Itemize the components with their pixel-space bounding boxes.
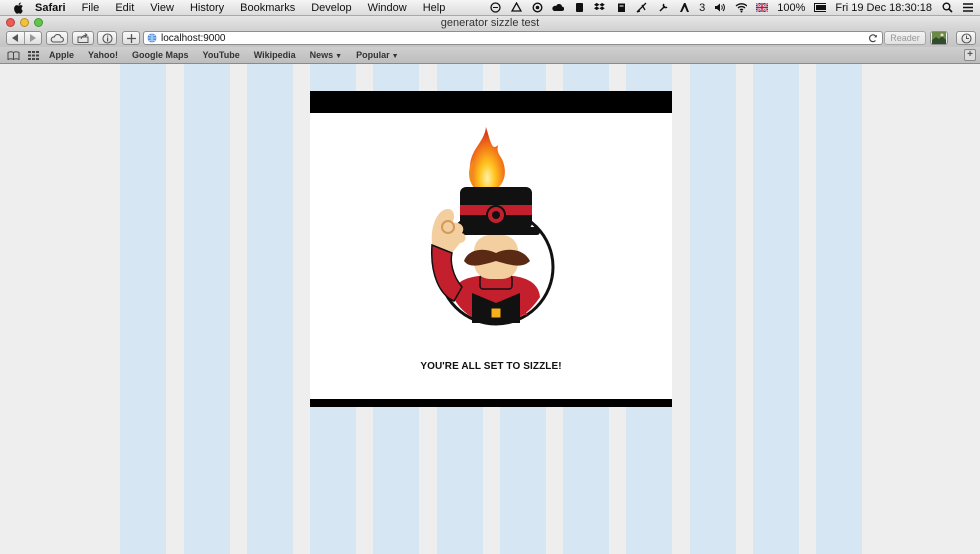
bookmark-google-maps[interactable]: Google Maps xyxy=(132,50,189,60)
volume-icon[interactable] xyxy=(714,2,726,14)
welcome-card: Y YOU'RE ALL SET TO SIZZLE! xyxy=(310,91,672,407)
clipboard-icon[interactable] xyxy=(615,2,627,14)
bookmark-folder-news-label: News xyxy=(309,50,334,60)
globe-icon xyxy=(147,33,157,43)
grid-column-stripe xyxy=(690,64,736,554)
browser-toolbar: localhost:9000 Reader xyxy=(0,30,980,47)
apple-logo-icon[interactable] xyxy=(13,2,25,14)
share-button[interactable] xyxy=(72,31,94,45)
back-forward-buttons xyxy=(6,31,42,45)
grid-column-stripe xyxy=(753,64,799,554)
menu-edit[interactable]: Edit xyxy=(115,2,134,14)
url-text[interactable]: localhost:9000 xyxy=(161,33,226,44)
reading-list-icon[interactable] xyxy=(7,50,20,60)
grid-column-stripe xyxy=(247,64,293,554)
wrench-icon[interactable] xyxy=(657,2,669,14)
menu-bookmarks[interactable]: Bookmarks xyxy=(240,2,295,14)
creative-cloud-icon[interactable] xyxy=(531,2,543,14)
forward-button[interactable] xyxy=(24,34,41,42)
status-menu-extras: 3 100% Fri 19 Dec 18:30:18 xyxy=(489,0,974,15)
grid-column-stripe xyxy=(184,64,230,554)
chevron-down-icon: ▼ xyxy=(391,53,399,60)
bookmark-apple[interactable]: Apple xyxy=(49,50,74,60)
share-icon xyxy=(77,33,89,43)
evernote-icon[interactable] xyxy=(573,2,585,14)
yeoman-mascot-illustration: Y xyxy=(431,127,555,326)
grid-column-stripe xyxy=(120,64,166,554)
grid-column-stripe xyxy=(816,64,862,554)
menu-file[interactable]: File xyxy=(82,2,100,14)
reading-list-button[interactable] xyxy=(97,31,117,45)
bookmarks-bar: Apple Yahoo! Google Maps YouTube Wikiped… xyxy=(0,47,980,64)
uk-flag-icon[interactable] xyxy=(756,2,769,14)
page-viewport: Y YOU'RE ALL SET TO SIZZLE! xyxy=(0,64,980,554)
dropbox-icon[interactable] xyxy=(594,2,606,14)
top-sites-icon[interactable] xyxy=(28,50,39,60)
google-drive-icon[interactable] xyxy=(510,2,522,14)
welcome-message: YOU'RE ALL SET TO SIZZLE! xyxy=(420,361,562,372)
icloud-tabs-button[interactable] xyxy=(46,31,68,45)
window-title: generator sizzle test xyxy=(440,17,540,29)
sync-icon[interactable] xyxy=(489,2,501,14)
new-tab-button[interactable] xyxy=(122,31,140,45)
menu-window[interactable]: Window xyxy=(368,2,407,14)
bookmark-wikipedia[interactable]: Wikipedia xyxy=(254,50,296,60)
window-titlebar: generator sizzle test xyxy=(0,16,980,30)
forward-arrow-icon xyxy=(30,34,37,42)
menu-bar: Safari File Edit View History Bookmarks … xyxy=(0,0,980,16)
reload-icon[interactable] xyxy=(868,33,878,43)
info-icon xyxy=(101,32,113,44)
bookmark-folder-popular[interactable]: Popular ▼ xyxy=(356,50,398,60)
landscape-photo-icon xyxy=(932,32,946,44)
back-button[interactable] xyxy=(7,34,24,42)
clock-icon xyxy=(960,32,972,44)
address-bar[interactable]: localhost:9000 xyxy=(143,31,883,45)
chevron-down-icon: ▼ xyxy=(335,53,343,60)
menu-app-safari[interactable]: Safari xyxy=(35,2,66,14)
cloud-app-icon[interactable] xyxy=(552,2,565,14)
downloads-button[interactable] xyxy=(956,31,976,45)
menu-develop[interactable]: Develop xyxy=(311,2,351,14)
bookmark-folder-popular-label: Popular xyxy=(356,50,390,60)
adobe-icon[interactable] xyxy=(678,2,690,14)
battery-icon[interactable] xyxy=(814,2,827,14)
menu-view[interactable]: View xyxy=(150,2,174,14)
battery-percentage: 100% xyxy=(777,1,806,14)
extension-button[interactable] xyxy=(930,31,948,45)
cloud-icon xyxy=(50,33,64,43)
bookmark-folder-news[interactable]: News ▼ xyxy=(310,50,342,60)
reader-button[interactable]: Reader xyxy=(884,31,926,45)
notification-count: 3 xyxy=(699,1,706,14)
svg-text:Y: Y xyxy=(521,304,530,318)
menu-help[interactable]: Help xyxy=(423,2,446,14)
back-arrow-icon xyxy=(11,34,18,42)
notification-center-icon[interactable] xyxy=(962,2,974,14)
bookmark-youtube[interactable]: YouTube xyxy=(203,50,240,60)
spotlight-icon[interactable] xyxy=(941,2,953,14)
wifi-icon[interactable] xyxy=(735,2,748,14)
add-tab-icon[interactable]: + xyxy=(964,49,976,61)
plus-icon xyxy=(126,33,136,43)
pen-tool-icon[interactable] xyxy=(636,2,648,14)
bookmark-yahoo[interactable]: Yahoo! xyxy=(88,50,118,60)
menubar-clock[interactable]: Fri 19 Dec 18:30:18 xyxy=(835,2,932,14)
menu-history[interactable]: History xyxy=(190,2,224,14)
